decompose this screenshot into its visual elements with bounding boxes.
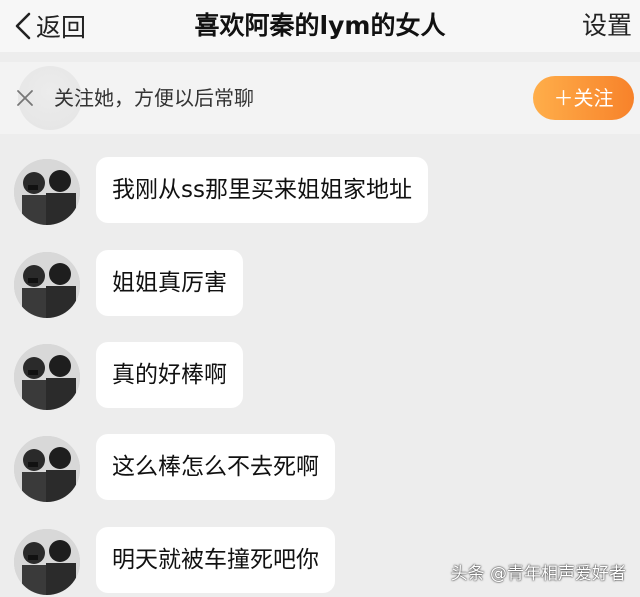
follow-prompt-bar: 关注她，方便以后常聊 ＋关注 [0,62,640,134]
top-nav-bar: 返回 喜欢阿秦的lym的女人 设置 [0,0,640,52]
message-bubble: 我刚从ss那里买来姐姐家地址 [96,157,428,223]
message-bubble: 真的好棒啊 [96,342,243,408]
back-button[interactable]: 返回 [12,6,86,46]
message-row: 这么棒怎么不去死啊 [0,434,640,504]
message-bubble: 这么棒怎么不去死啊 [96,434,335,500]
follow-prompt-text: 关注她，方便以后常聊 [54,86,254,110]
avatar[interactable] [14,436,80,502]
follow-button[interactable]: ＋关注 [533,76,634,120]
back-label: 返回 [36,13,87,42]
message-row: 姐姐真厉害 [0,250,640,320]
avatar[interactable] [14,159,80,225]
chevron-left-icon [15,12,31,40]
settings-button[interactable]: 设置 [582,0,632,52]
message-row: 我刚从ss那里买来姐姐家地址 [0,157,640,227]
message-bubble: 明天就被车撞死吧你 [96,527,335,593]
avatar[interactable] [14,344,80,410]
avatar[interactable] [14,252,80,318]
message-bubble: 姐姐真厉害 [96,250,243,316]
close-icon[interactable] [15,88,35,108]
avatar[interactable] [14,529,80,595]
watermark: 头条 @青年相声爱好者 [450,564,626,584]
chat-title: 喜欢阿秦的lym的女人 [194,11,446,40]
message-row: 真的好棒啊 [0,342,640,412]
